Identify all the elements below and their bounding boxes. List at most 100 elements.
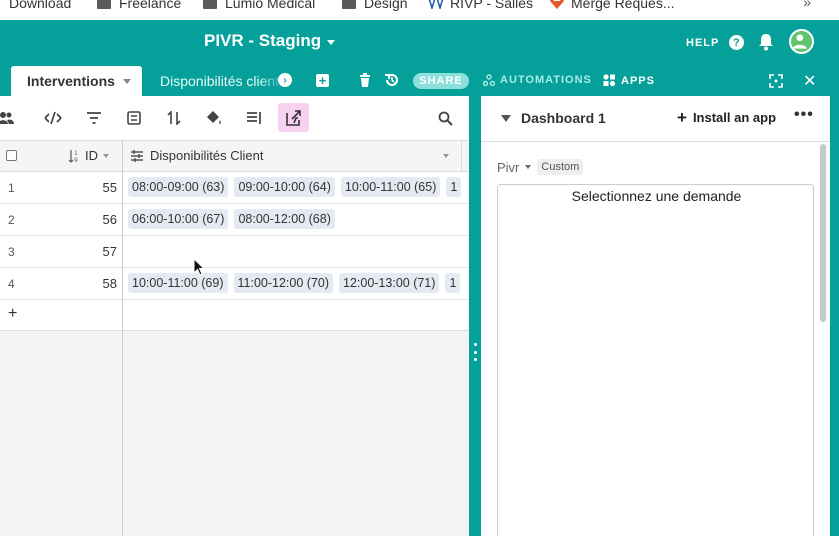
- bookmark-label: RIVP - Salles: [450, 0, 533, 11]
- linked-record-chip[interactable]: 08:00-09:00 (63): [128, 177, 229, 197]
- bookmark-label: Download: [9, 0, 72, 11]
- add-record-button[interactable]: +: [8, 305, 17, 323]
- add-record-row[interactable]: +: [0, 300, 469, 331]
- cell-id[interactable]: 55: [103, 180, 117, 195]
- dashboard-panel: Dashboard 1 + Install an app ••• Pivr Cu…: [481, 96, 830, 536]
- row-number: 4: [8, 277, 15, 291]
- row-height-icon[interactable]: [244, 108, 264, 128]
- bookmark-label: Design: [364, 0, 408, 11]
- bookmark-freelance[interactable]: Freelance: [97, 0, 181, 11]
- column-label: ID: [85, 148, 98, 163]
- linked-record-chip[interactable]: 08:00-12:00 (68): [234, 209, 335, 229]
- cell-id[interactable]: 57: [103, 244, 117, 259]
- tabs-scroll-right-icon[interactable]: ›: [278, 73, 292, 87]
- chevron-down-icon: [525, 165, 532, 169]
- collaborators-icon[interactable]: [0, 108, 16, 128]
- frozen-column-divider: [122, 141, 123, 536]
- panel-scrollbar[interactable]: [820, 144, 826, 322]
- add-table-button[interactable]: +: [316, 74, 329, 87]
- chevron-down-icon[interactable]: [122, 78, 131, 84]
- base-title: PIVR - Staging: [204, 31, 322, 50]
- select-all-checkbox[interactable]: [6, 150, 17, 161]
- cell-id[interactable]: 58: [103, 276, 117, 291]
- column-header-id[interactable]: 19 ID: [68, 148, 109, 163]
- user-icon: [792, 34, 807, 49]
- records-grid: 19 ID Disponibilités Client 1 55 08:00-0…: [0, 141, 469, 536]
- folder-icon: [203, 0, 217, 9]
- linked-record-chip[interactable]: 1: [445, 273, 461, 293]
- base-title-menu[interactable]: PIVR - Staging: [204, 31, 336, 51]
- bookmark-merge-requests[interactable]: Merge Reques...: [549, 0, 675, 11]
- linked-record-chip[interactable]: 06:00-10:00 (67): [128, 209, 229, 229]
- dashboard-title[interactable]: Dashboard 1: [521, 110, 606, 126]
- gitlab-icon: [550, 0, 564, 9]
- bookmark-label: Merge Reques...: [571, 0, 675, 11]
- next-column-header[interactable]: [461, 141, 469, 172]
- user-avatar[interactable]: [789, 29, 814, 54]
- filter-icon[interactable]: [84, 108, 104, 128]
- app-header: PIVR - Staging HELP ?: [0, 20, 839, 66]
- app-frame[interactable]: Selectionnez une demande: [497, 184, 814, 536]
- panel-resize-handle[interactable]: [469, 96, 481, 536]
- automations-label: AUTOMATIONS: [500, 74, 592, 86]
- bell-icon[interactable]: [758, 33, 774, 51]
- share-view-icon[interactable]: [278, 103, 309, 132]
- rivp-favicon-icon: [428, 0, 444, 9]
- group-icon[interactable]: [124, 108, 144, 128]
- bookmark-lumio-medical[interactable]: Lumio Medical: [203, 0, 315, 11]
- history-icon[interactable]: [384, 72, 400, 88]
- help-icon: ?: [729, 35, 745, 50]
- close-panel-icon[interactable]: ✕: [803, 71, 816, 91]
- automations-button[interactable]: AUTOMATIONS: [483, 74, 592, 86]
- table-row[interactable]: 3 57: [0, 236, 469, 268]
- apps-button[interactable]: APPS: [603, 74, 655, 87]
- chevron-down-icon: [327, 39, 336, 45]
- automations-icon: [483, 74, 495, 86]
- svg-text:9: 9: [74, 157, 78, 163]
- table-row[interactable]: 4 58 10:00-11:00 (69) 11:00-12:00 (70) 1…: [0, 268, 469, 300]
- install-app-label: Install an app: [692, 110, 777, 125]
- tab-interventions[interactable]: Interventions: [11, 66, 142, 96]
- tab-disponibilites-client[interactable]: Disponibilités client: [160, 73, 284, 91]
- table-row[interactable]: 2 56 06:00-10:00 (67) 08:00-12:00 (68): [0, 204, 469, 236]
- sort-icon[interactable]: [164, 108, 184, 128]
- search-icon[interactable]: [435, 108, 455, 128]
- column-label: Disponibilités Client: [150, 148, 264, 163]
- apps-label: APPS: [621, 74, 655, 87]
- column-header-disponibilites[interactable]: Disponibilités Client: [130, 148, 263, 163]
- cell-disponibilites[interactable]: 06:00-10:00 (67) 08:00-12:00 (68): [128, 209, 335, 229]
- folder-icon: [342, 0, 356, 9]
- linked-record-chip[interactable]: 09:00-10:00 (64): [234, 177, 335, 197]
- chevron-down-icon[interactable]: [443, 154, 449, 158]
- color-icon[interactable]: [204, 108, 224, 128]
- install-app-button[interactable]: + Install an app: [677, 107, 777, 127]
- linked-record-chip[interactable]: 1: [446, 177, 462, 197]
- trash-icon[interactable]: [359, 73, 371, 87]
- linked-record-icon: [131, 149, 143, 162]
- bookmark-design[interactable]: Design: [342, 0, 408, 11]
- collapse-triangle-icon[interactable]: [501, 115, 511, 122]
- app-source-menu[interactable]: Pivr Custom: [497, 159, 584, 175]
- cell-id[interactable]: 56: [103, 212, 117, 227]
- app-message: Selectionnez une demande: [571, 188, 742, 204]
- table-tabs-bar: Interventions Disponibilités client › + …: [0, 66, 830, 96]
- plus-icon: +: [677, 107, 687, 127]
- custom-badge: Custom: [537, 159, 584, 175]
- cell-disponibilites[interactable]: 08:00-09:00 (63) 09:00-10:00 (64) 10:00-…: [128, 177, 462, 197]
- share-button[interactable]: SHARE: [413, 73, 469, 89]
- linked-record-chip[interactable]: 11:00-12:00 (70): [233, 273, 333, 293]
- bookmarks-overflow-button[interactable]: »: [803, 0, 811, 10]
- linked-record-chip[interactable]: 10:00-11:00 (65): [340, 177, 441, 197]
- cell-disponibilites[interactable]: 10:00-11:00 (69) 11:00-12:00 (70) 12:00-…: [128, 273, 461, 293]
- chevron-down-icon[interactable]: [103, 153, 109, 158]
- hide-fields-icon[interactable]: [43, 108, 63, 128]
- bookmark-rivp-salles[interactable]: RIVP - Salles: [428, 0, 533, 11]
- table-row[interactable]: 1 55 08:00-09:00 (63) 09:00-10:00 (64) 1…: [0, 172, 469, 204]
- bookmark-download[interactable]: Download: [9, 0, 71, 11]
- more-options-icon[interactable]: •••: [794, 106, 814, 124]
- help-button[interactable]: HELP ?: [686, 35, 745, 50]
- linked-record-chip[interactable]: 12:00-13:00 (71): [339, 273, 440, 293]
- linked-record-chip[interactable]: 10:00-11:00 (69): [128, 273, 228, 293]
- fullscreen-icon[interactable]: [769, 74, 783, 88]
- drag-handle-icon[interactable]: [474, 343, 477, 361]
